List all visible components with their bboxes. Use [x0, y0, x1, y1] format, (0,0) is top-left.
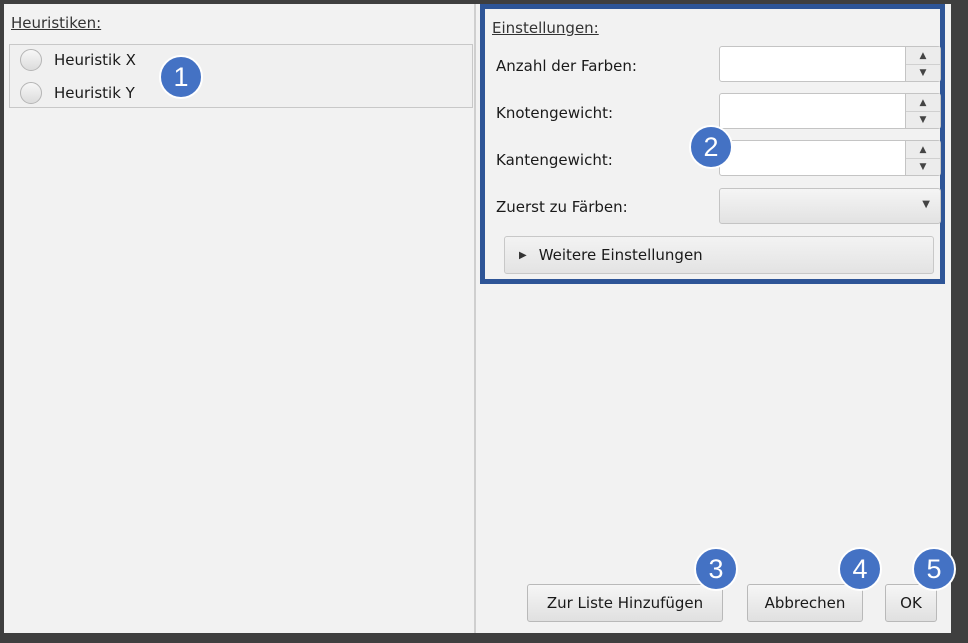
radio-button[interactable]: [20, 49, 42, 71]
colors-count-label: Anzahl der Farben:: [496, 57, 637, 75]
more-settings-label: Weitere Einstellungen: [538, 246, 703, 264]
callout-badge-2: 2: [689, 125, 733, 169]
heuristic-label: Heuristik Y: [54, 84, 135, 102]
heuristics-list: Heuristik X Heuristik Y: [9, 44, 473, 108]
chevron-down-icon: ▼: [922, 199, 930, 210]
first-color-label: Zuerst zu Färben:: [496, 198, 628, 216]
node-weight-label: Knotengewicht:: [496, 104, 614, 122]
first-color-dropdown[interactable]: ▼: [719, 188, 941, 224]
expand-triangle-icon: ▶: [519, 249, 527, 261]
spinner-buttons: ▲ ▼: [905, 141, 940, 175]
spinner-down-icon[interactable]: ▼: [906, 111, 940, 128]
spinner-up-icon[interactable]: ▲: [906, 141, 940, 159]
add-to-list-button[interactable]: Zur Liste Hinzufügen: [527, 584, 723, 622]
spinner-buttons: ▲ ▼: [905, 94, 940, 128]
spinner-up-icon[interactable]: ▲: [906, 94, 940, 112]
more-settings-expander[interactable]: ▶ Weitere Einstellungen: [504, 236, 934, 274]
node-weight-spinner[interactable]: ▲ ▼: [719, 93, 941, 129]
heuristic-option-y[interactable]: Heuristik Y: [20, 80, 135, 106]
callout-badge-3: 3: [694, 547, 738, 591]
spinner-up-icon[interactable]: ▲: [906, 47, 940, 65]
settings-pane: Einstellungen: Anzahl der Farben: ▲ ▼ Kn…: [480, 4, 951, 633]
heuristic-option-x[interactable]: Heuristik X: [20, 47, 136, 73]
edge-weight-label: Kantengewicht:: [496, 151, 613, 169]
cancel-button[interactable]: Abbrechen: [747, 584, 863, 622]
spinner-buttons: ▲ ▼: [905, 47, 940, 81]
radio-button[interactable]: [20, 82, 42, 104]
colors-count-spinner[interactable]: ▲ ▼: [719, 46, 941, 82]
callout-badge-4: 4: [838, 547, 882, 591]
heuristics-title: Heuristiken:: [11, 14, 102, 32]
callout-badge-1: 1: [159, 55, 203, 99]
spinner-down-icon[interactable]: ▼: [906, 158, 940, 175]
settings-title: Einstellungen:: [492, 19, 599, 37]
heuristic-label: Heuristik X: [54, 51, 136, 69]
dialog-window: Heuristiken: Heuristik X Heuristik Y Ein…: [4, 4, 951, 633]
heuristics-pane: Heuristiken: Heuristik X Heuristik Y: [4, 4, 476, 633]
callout-badge-5: 5: [912, 547, 956, 591]
spinner-down-icon[interactable]: ▼: [906, 64, 940, 81]
edge-weight-spinner[interactable]: ▲ ▼: [719, 140, 941, 176]
